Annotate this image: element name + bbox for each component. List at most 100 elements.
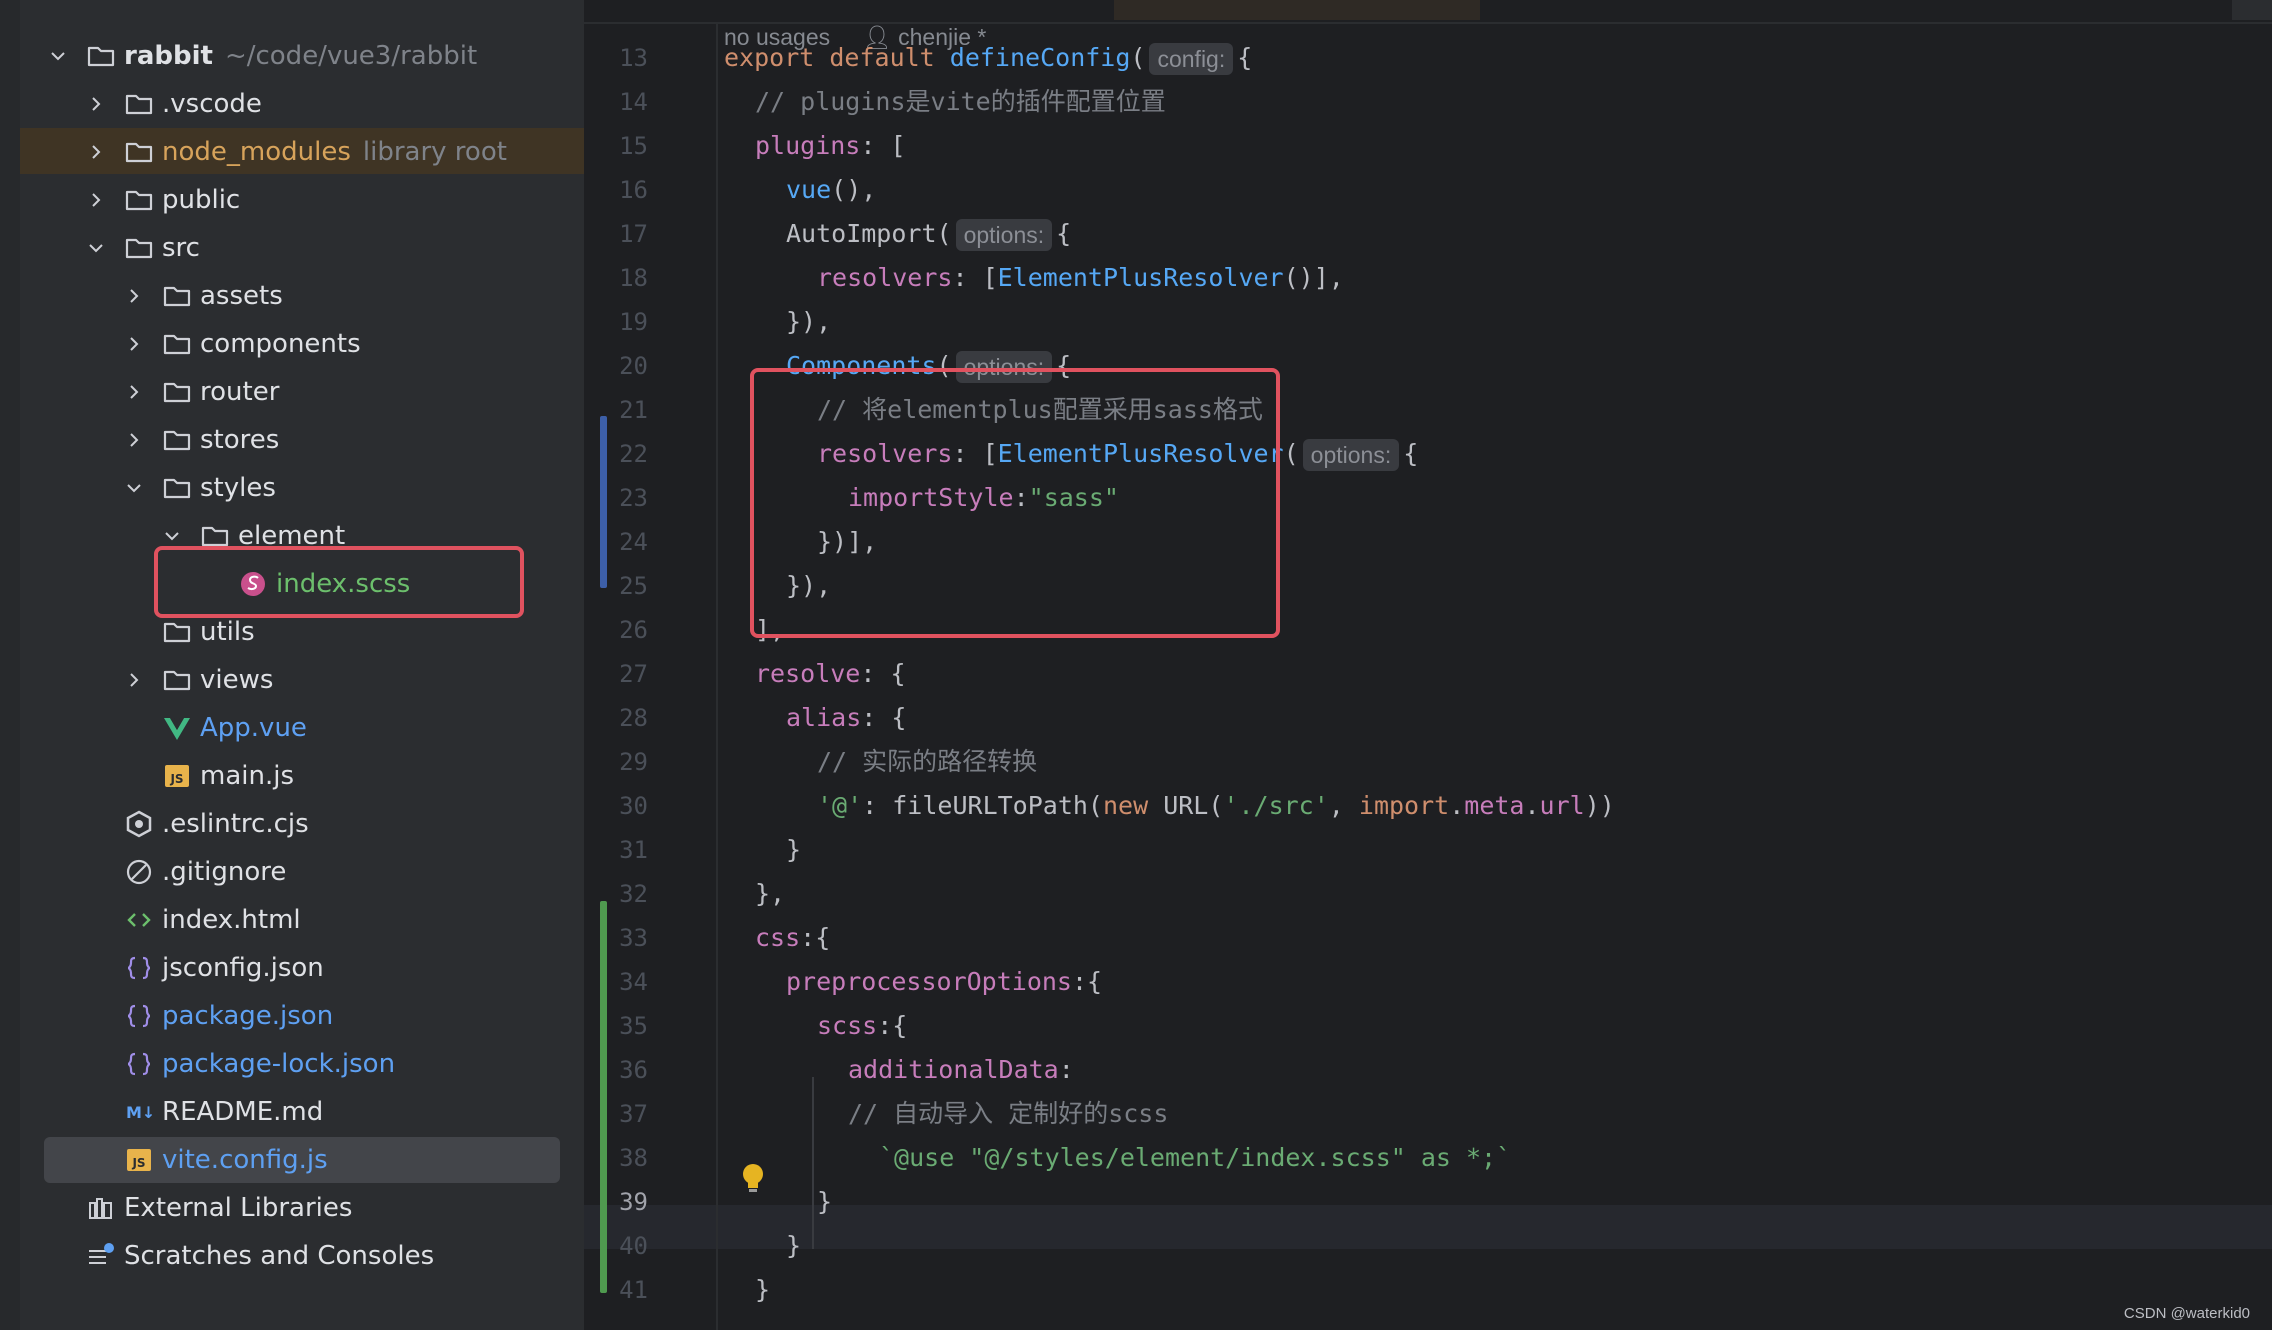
code-line[interactable]: }, (755, 872, 785, 916)
tree-item[interactable]: package-lock.json (86, 1040, 395, 1088)
tree-item[interactable]: components (124, 320, 361, 368)
tree-item[interactable]: src (86, 224, 200, 272)
code-token: : (1058, 1055, 1074, 1084)
code-token: css (755, 923, 801, 952)
tree-item[interactable]: assets (124, 272, 283, 320)
code-line[interactable]: css:{ (755, 916, 830, 960)
tree-item-label: package.json (162, 1001, 334, 1031)
line-number: 13 (619, 44, 648, 72)
code-token: // 实际的路径转换 (817, 747, 1038, 776)
line-number: 28 (619, 704, 648, 732)
code-line[interactable]: // plugins是vite的插件配置位置 (755, 80, 1166, 124)
code-line[interactable]: vue(), (786, 168, 876, 212)
tree-item[interactable]: rabbit ~/code/vue3/rabbit (48, 32, 477, 80)
code-line[interactable]: resolvers: [ElementPlusResolver()], (817, 256, 1344, 300)
code-line[interactable]: export default defineConfig(config:{ (724, 36, 1252, 80)
tree-item[interactable]: package.json (86, 992, 333, 1040)
tree-item-label: node_modules (162, 137, 351, 167)
code-token: plugins (755, 131, 861, 160)
tree-item[interactable]: .gitignore (86, 848, 286, 896)
markdown-icon: M↓ (124, 1097, 154, 1127)
folder-icon (162, 329, 192, 359)
code-token: , (1328, 791, 1359, 820)
tree-item[interactable]: styles (124, 464, 276, 512)
chevron-down-icon[interactable] (86, 238, 106, 258)
line-number: 19 (619, 308, 648, 336)
code-token: ()], (1283, 263, 1344, 292)
line-number: 35 (619, 1012, 648, 1040)
code-line[interactable]: } (786, 828, 801, 872)
chevron-right-icon[interactable] (124, 430, 144, 450)
code-line[interactable]: AutoImport(options:{ (786, 212, 1071, 256)
line-number: 29 (619, 748, 648, 776)
code-line[interactable]: '@': fileURLToPath(new URL('./src', impo… (817, 784, 1615, 828)
code-token: url (1539, 791, 1585, 820)
code-editor[interactable]: no usages 👤︎ chenjie * 13 export default … (584, 0, 2272, 1330)
tree-item[interactable]: node_modules library root (86, 128, 507, 176)
json-icon (124, 1001, 154, 1031)
tree-item[interactable]: public (86, 176, 240, 224)
code-line[interactable]: alias: { (786, 696, 906, 740)
tree-item-label: App.vue (200, 713, 307, 743)
code-line[interactable]: `@use "@/styles/element/index.scss" as *… (879, 1136, 1511, 1180)
tree-item[interactable]: views (124, 656, 273, 704)
code-line[interactable]: preprocessorOptions:{ (786, 960, 1102, 1004)
line-number: 27 (619, 660, 648, 688)
chevron-right-icon[interactable] (124, 286, 144, 306)
tree-item[interactable]: M↓ README.md (86, 1088, 323, 1136)
code-token: : fileURLToPath( (862, 791, 1103, 820)
tree-item[interactable]: jsconfig.json (86, 944, 324, 992)
code-token: alias (786, 703, 862, 732)
tree-item[interactable]: App.vue (124, 704, 307, 752)
code-line[interactable]: }), (786, 300, 831, 344)
code-token: ( (1283, 439, 1299, 468)
line-number: 30 (619, 792, 648, 820)
code-token: :{ (1071, 967, 1103, 996)
chevron-right-icon[interactable] (124, 382, 144, 402)
tree-item-note: library root (362, 137, 507, 167)
tree-item-label: Scratches and Consoles (124, 1241, 435, 1271)
chevron-right-icon[interactable] (86, 190, 106, 210)
chevron-down-icon[interactable] (124, 478, 144, 498)
tree-item[interactable]: index.html (86, 896, 301, 944)
code-line[interactable]: } (817, 1180, 832, 1224)
chevron-right-icon[interactable] (124, 334, 144, 354)
tree-item[interactable]: stores (124, 416, 279, 464)
tree-item-label: .gitignore (162, 857, 287, 887)
code-token: :{ (877, 1011, 908, 1040)
line-number: 17 (619, 220, 648, 248)
tree-item[interactable]: JS vite.config.js (86, 1136, 328, 1184)
chevron-right-icon[interactable] (86, 142, 106, 162)
code-line[interactable]: plugins: [ (755, 124, 906, 168)
code-line[interactable]: } (786, 1224, 801, 1268)
lightbulb-icon[interactable] (740, 1162, 766, 1196)
code-line[interactable]: // 实际的路径转换 (817, 740, 1037, 784)
chevron-right-icon[interactable] (86, 94, 106, 114)
code-token: `@use "@/styles/element/index.scss" as *… (879, 1143, 1512, 1172)
json-icon (124, 953, 154, 983)
tree-item-label: README.md (162, 1097, 324, 1127)
tree-item[interactable]: .vscode (86, 80, 262, 128)
tree-item[interactable]: router (124, 368, 279, 416)
folder-icon (162, 377, 192, 407)
tree-item[interactable]: Scratches and Consoles (48, 1232, 434, 1280)
chevron-right-icon[interactable] (124, 670, 144, 690)
code-line[interactable]: // 自动导入 定制好的scss (848, 1092, 1168, 1136)
chevron-down-icon[interactable] (48, 46, 68, 66)
js-icon: JS (124, 1145, 154, 1175)
line-number: 31 (619, 836, 648, 864)
code-line[interactable]: } (755, 1268, 770, 1312)
line-number: 40 (619, 1232, 648, 1260)
tree-item[interactable]: .eslintrc.cjs (86, 800, 309, 848)
chevron-down-icon[interactable] (162, 526, 182, 546)
code-line[interactable]: additionalData: (848, 1048, 1074, 1092)
code-line[interactable]: scss:{ (817, 1004, 907, 1048)
tree-item[interactable]: External Libraries (48, 1184, 352, 1232)
code-line[interactable]: resolve: { (755, 652, 906, 696)
tree-item[interactable]: JS main.js (124, 752, 294, 800)
folder-icon (124, 137, 154, 167)
code-token: : { (860, 659, 906, 688)
code-token: URL( (1163, 791, 1224, 820)
